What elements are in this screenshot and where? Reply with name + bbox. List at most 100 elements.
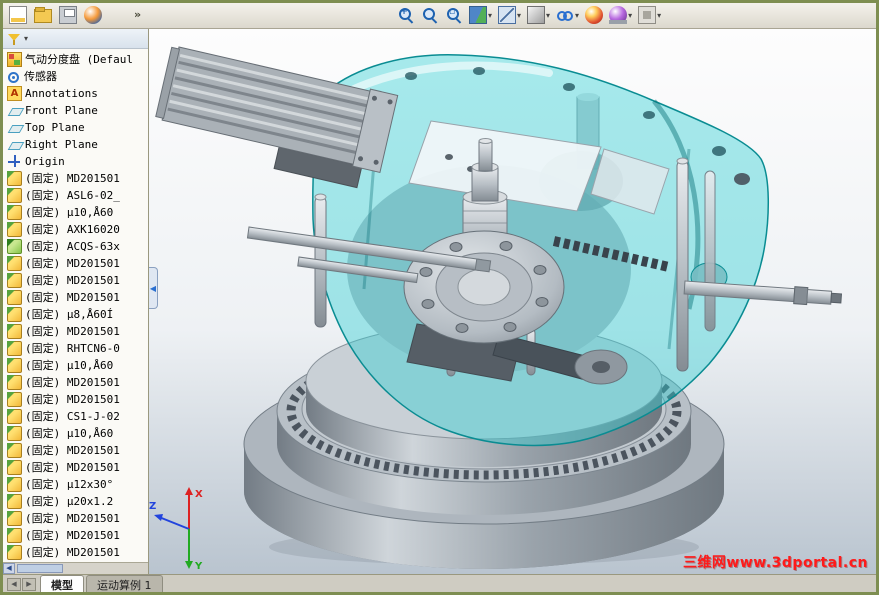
- tree-item[interactable]: (固定) MD201501: [5, 442, 148, 459]
- edit-appearance-icon: [585, 6, 604, 24]
- hide-show-items-button[interactable]: ▾: [554, 5, 581, 25]
- edit-appearance-button[interactable]: [583, 5, 605, 25]
- tree-item-label: Right Plane: [25, 138, 98, 151]
- edrawings-button[interactable]: [82, 5, 104, 25]
- triad-x-label: X: [195, 489, 203, 500]
- feature-manager-panel: ▾ 气动分度盘 (Defaul 传感器 Annotations Front Plane…: [3, 29, 149, 574]
- part-icon: [7, 273, 22, 288]
- tree-item-label: Origin: [25, 155, 65, 168]
- tree-item[interactable]: (固定) MD201501: [5, 527, 148, 544]
- tree-item[interactable]: (固定) MD201501: [5, 323, 148, 340]
- tree-item[interactable]: 传感器: [5, 68, 148, 85]
- sensors-icon: [8, 71, 19, 83]
- tree-item-label: 气动分度盘 (Defaul: [25, 53, 133, 66]
- tree-item[interactable]: (固定) ACQS-63x: [5, 238, 148, 255]
- tree-item-label: Top Plane: [25, 121, 85, 134]
- tree-item[interactable]: (固定) CS1-J-02: [5, 408, 148, 425]
- tree-item-label: (固定) MD201501: [25, 325, 120, 338]
- tree-item[interactable]: (固定) MD201501: [5, 459, 148, 476]
- tree-item[interactable]: Origin: [5, 153, 148, 170]
- dropdown-arrow-icon[interactable]: ▾: [517, 11, 521, 20]
- part-icon: [7, 392, 22, 407]
- panel-collapse-arrow[interactable]: ◀: [149, 267, 158, 309]
- tab-model[interactable]: 模型: [40, 575, 84, 592]
- zoom-fit-button[interactable]: [419, 5, 441, 25]
- tree-item-root[interactable]: 气动分度盘 (Defaul: [5, 51, 148, 68]
- zoom-fit-icon: [421, 6, 439, 24]
- view-settings-button[interactable]: ▾: [636, 5, 663, 25]
- graphics-viewport[interactable]: X Z Y 三维网www.3dportal.cn: [149, 29, 876, 574]
- tree-item[interactable]: (固定) μ10,Å60: [5, 425, 148, 442]
- tree-item[interactable]: (固定) μ20x1.2: [5, 493, 148, 510]
- feature-tree: 气动分度盘 (Defaul 传感器 Annotations Front Plane To…: [3, 49, 148, 562]
- tree-item[interactable]: (固定) MD201501: [5, 170, 148, 187]
- hscroll-left-arrow-icon[interactable]: ◀: [3, 563, 15, 574]
- tab-motion-study[interactable]: 运动算例 1: [86, 575, 163, 592]
- apply-scene-button[interactable]: ▾: [607, 5, 634, 25]
- tree-item-label: (固定) MD201501: [25, 444, 120, 457]
- dropdown-arrow-icon[interactable]: ▾: [488, 11, 492, 20]
- tree-item-label: Annotations: [25, 87, 98, 100]
- tree-item[interactable]: (固定) MD201501: [5, 272, 148, 289]
- tree-hscrollbar[interactable]: ◀: [3, 562, 148, 574]
- filter-funnel-icon[interactable]: [7, 32, 21, 46]
- tree-item-label: (固定) MD201501: [25, 376, 120, 389]
- part-icon: [7, 409, 22, 424]
- tree-item[interactable]: (固定) ASL6-02_: [5, 187, 148, 204]
- sheet-button[interactable]: [7, 5, 29, 25]
- part-icon: [7, 511, 22, 526]
- open-folder-button[interactable]: [32, 6, 54, 24]
- zoom-in-button[interactable]: +: [395, 5, 417, 25]
- toolbar-overflow-chevron[interactable]: »: [131, 8, 144, 21]
- tree-item[interactable]: Top Plane: [5, 119, 148, 136]
- view-settings-icon: [638, 6, 657, 24]
- zoom-area-icon: ▫: [445, 6, 463, 24]
- tree-item[interactable]: (固定) MD201501: [5, 255, 148, 272]
- zoom-area-button[interactable]: ▫: [443, 5, 465, 25]
- tree-item[interactable]: (固定) μ12x30°: [5, 476, 148, 493]
- tree-item-label: (固定) ASL6-02_: [25, 189, 120, 202]
- tree-item[interactable]: (固定) μ10,Å60: [5, 357, 148, 374]
- print-button[interactable]: [57, 5, 79, 25]
- dropdown-arrow-icon[interactable]: ▾: [575, 11, 579, 20]
- tree-item[interactable]: (固定) MD201501: [5, 289, 148, 306]
- tree-item[interactable]: (固定) MD201501: [5, 391, 148, 408]
- part-icon: [7, 443, 22, 458]
- tree-item-label: (固定) μ12x30°: [25, 478, 114, 491]
- part-icon: [7, 341, 22, 356]
- tree-item[interactable]: (固定) MD201501: [5, 510, 148, 527]
- dropdown-arrow-icon[interactable]: ▾: [657, 11, 661, 20]
- filter-dropdown-arrow-icon[interactable]: ▾: [24, 34, 28, 43]
- plane-icon: [7, 142, 25, 150]
- section-view-icon: [469, 6, 487, 24]
- hscroll-thumb[interactable]: [17, 564, 63, 573]
- solidworks-window: » + ▫ ▾ ▾ ▾ ▾ ▾ ▾ ▾ 气动分度盘 (Defaul 传感器 Annotations…: [0, 0, 879, 595]
- tree-item[interactable]: (固定) RHTCN6-0: [5, 340, 148, 357]
- part-icon: [7, 290, 22, 305]
- tree-item[interactable]: (固定) MD201501: [5, 374, 148, 391]
- display-style-button[interactable]: ▾: [525, 5, 552, 25]
- tree-item[interactable]: Front Plane: [5, 102, 148, 119]
- part-green-icon: [7, 239, 22, 254]
- tree-item[interactable]: (固定) AXK16020: [5, 221, 148, 238]
- tab-scroll-left-icon[interactable]: ◀: [7, 578, 21, 591]
- tree-item[interactable]: (固定) μ10,Å60: [5, 204, 148, 221]
- tree-item-label: (固定) MD201501: [25, 393, 120, 406]
- dropdown-arrow-icon[interactable]: ▾: [546, 11, 550, 20]
- zoom-in-icon: +: [397, 6, 415, 24]
- tree-item[interactable]: Annotations: [5, 85, 148, 102]
- tree-item[interactable]: (固定) MD201501: [5, 544, 148, 561]
- view-orientation-button[interactable]: ▾: [496, 5, 523, 25]
- cad-model[interactable]: X Z Y: [149, 29, 872, 574]
- toolbar-right-group: + ▫ ▾ ▾ ▾ ▾ ▾ ▾: [395, 5, 663, 25]
- plane-icon: [7, 108, 25, 116]
- open-folder-icon: [34, 7, 52, 23]
- tree-item-label: (固定) MD201501: [25, 461, 120, 474]
- pneumatic-actuator[interactable]: [150, 43, 399, 191]
- tree-item[interactable]: (固定) μ8,Å60Í: [5, 306, 148, 323]
- dropdown-arrow-icon[interactable]: ▾: [628, 11, 632, 20]
- section-view-button[interactable]: ▾: [467, 5, 494, 25]
- tree-item[interactable]: Right Plane: [5, 136, 148, 153]
- tab-scroll-right-icon[interactable]: ▶: [22, 578, 36, 591]
- view-orientation-icon: [498, 6, 517, 24]
